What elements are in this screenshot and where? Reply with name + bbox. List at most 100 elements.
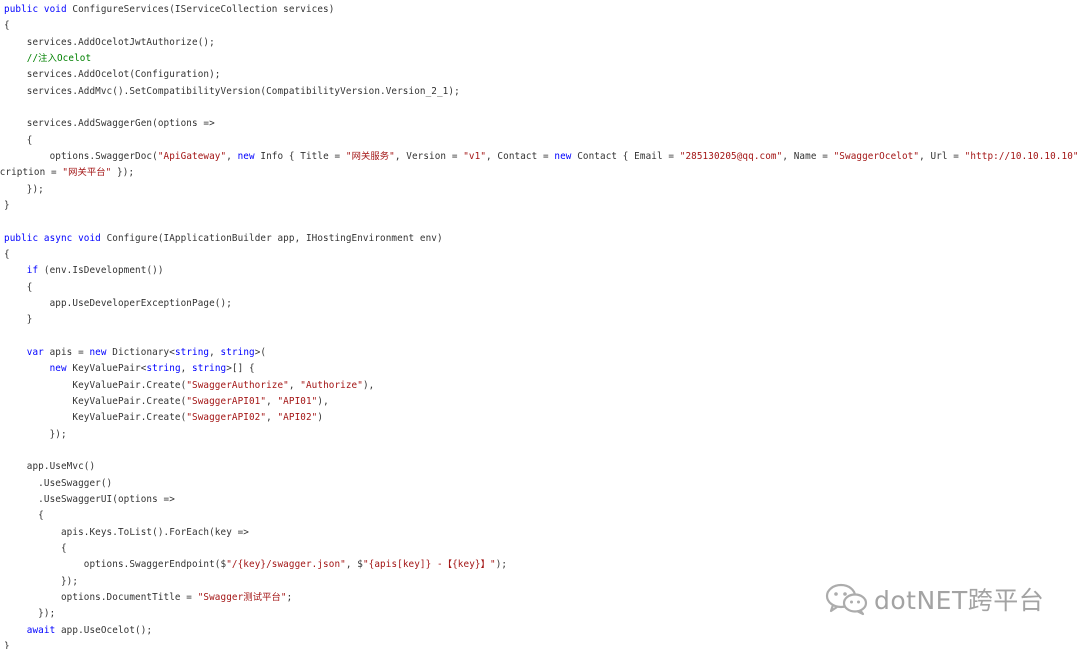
code-token: ); xyxy=(495,559,508,571)
code-token: "/{key}/swagger.json" xyxy=(226,559,346,571)
code-token: , xyxy=(266,412,278,424)
code-token: "http://10.10.10.10" xyxy=(964,150,1079,162)
code-token: "网关平台" xyxy=(62,167,112,179)
code-token: "ApiGateway" xyxy=(157,150,227,162)
code-token: "API02" xyxy=(277,412,318,424)
code-line: { xyxy=(4,18,10,34)
code-token: new xyxy=(237,150,261,162)
code-line: services.AddOcelotJwtAuthorize(); xyxy=(4,35,215,51)
code-line: }); xyxy=(4,427,67,443)
code-line: { xyxy=(4,247,10,263)
code-token: } xyxy=(4,199,10,211)
code-token: Dictionary< xyxy=(112,346,175,358)
code-line: services.AddOcelot(Configuration); xyxy=(4,67,221,83)
code-token: { xyxy=(4,510,44,522)
code-token: }); xyxy=(111,167,135,179)
code-line: options.SwaggerEndpoint($"/{key}/swagger… xyxy=(4,557,507,573)
code-token: , Url = xyxy=(919,150,965,162)
code-token: .UseSwaggerUI(options => xyxy=(4,493,175,505)
code-line: .UseSwagger() xyxy=(4,476,112,492)
code-token: { xyxy=(4,542,67,554)
watermark-text: dotNET跨平台 xyxy=(874,586,1045,615)
code-token: "网关服务" xyxy=(345,150,395,162)
code-token: services.AddMvc().SetCompatibilityVersio… xyxy=(4,85,460,97)
code-token: "v1" xyxy=(463,150,487,162)
code-token: >( xyxy=(254,346,267,358)
code-token: services.AddSwaggerGen(options => xyxy=(4,118,215,130)
code-token: , xyxy=(180,363,193,375)
code-line: .UseSwaggerUI(options => xyxy=(4,492,175,508)
code-line: }); xyxy=(4,574,78,590)
code-token: await xyxy=(4,624,61,636)
code-token: KeyValuePair.Create( xyxy=(4,395,187,407)
watermark: dotNET跨平台 xyxy=(824,583,1045,618)
code-token: Configure(IApplicationBuilder app, IHost… xyxy=(106,232,443,244)
code-line: public async void Configure(IApplication… xyxy=(4,231,443,247)
code-token: app.UseDeveloperExceptionPage(); xyxy=(4,297,232,309)
code-line: services.AddSwaggerGen(options => xyxy=(4,116,215,132)
code-token: { xyxy=(4,281,33,293)
code-token: KeyValuePair.Create( xyxy=(4,412,187,424)
code-line: }); xyxy=(4,606,55,622)
code-token: apis = xyxy=(49,346,90,358)
code-token: { xyxy=(4,248,10,260)
code-token: string xyxy=(174,346,210,358)
code-token: , Contact = xyxy=(486,150,555,162)
code-token: "SwaggerAPI02" xyxy=(186,412,267,424)
code-token: ), xyxy=(317,395,329,407)
code-line: } xyxy=(4,639,10,649)
code-line: options.SwaggerDoc("ApiGateway", new Inf… xyxy=(4,149,1080,165)
code-line: //注入Ocelot xyxy=(4,51,91,67)
code-line: } xyxy=(4,198,10,214)
code-token: services.AddOcelotJwtAuthorize(); xyxy=(4,36,215,48)
code-token: KeyValuePair.Create( xyxy=(4,379,187,391)
code-token: }); xyxy=(4,428,67,440)
code-line: services.AddMvc().SetCompatibilityVersio… xyxy=(4,84,460,100)
code-line: KeyValuePair.Create("SwaggerAPI01", "API… xyxy=(4,394,329,410)
code-token: { xyxy=(4,20,10,32)
code-line: await app.UseOcelot(); xyxy=(4,623,152,639)
code-token: Contact { Email = xyxy=(577,150,680,162)
code-token: { xyxy=(4,134,33,146)
code-line: KeyValuePair.Create("SwaggerAPI02", "API… xyxy=(4,410,323,426)
code-token: "Swagger测试平台" xyxy=(197,591,287,603)
code-token: }); xyxy=(4,575,79,587)
code-token: , Version = xyxy=(394,150,464,162)
code-token: , xyxy=(288,379,301,391)
code-token: Info { Title = xyxy=(260,150,346,162)
code-token: apis.Keys.ToList().ForEach(key => xyxy=(4,526,249,538)
code-line: KeyValuePair.Create("SwaggerAuthorize", … xyxy=(4,378,374,394)
code-token: string xyxy=(146,363,181,375)
code-token: KeyValuePair< xyxy=(72,363,147,375)
code-token: "API01" xyxy=(277,395,318,407)
code-line: { xyxy=(4,133,33,149)
code-token: , xyxy=(266,395,278,407)
code-token: ConfigureServices(IServiceCollection ser… xyxy=(72,4,335,15)
code-line: if (env.IsDevelopment()) xyxy=(4,263,164,279)
code-line: } xyxy=(4,312,33,328)
code-token: public void xyxy=(4,4,73,15)
code-token: new xyxy=(89,346,113,358)
code-token: options.DocumentTitle = xyxy=(4,591,198,603)
code-token: var xyxy=(4,346,50,358)
code-token: ; xyxy=(286,591,293,603)
code-token: options.SwaggerDoc( xyxy=(4,150,158,162)
code-token: "285130205@qq.com" xyxy=(679,150,783,162)
code-token: public async void xyxy=(4,232,107,244)
code-token: string xyxy=(220,346,255,358)
code-token: app.UseOcelot(); xyxy=(60,624,153,636)
code-token: new xyxy=(554,150,578,162)
code-line: options.DocumentTitle = "Swagger测试平台"; xyxy=(4,590,292,606)
code-token: } xyxy=(4,640,10,649)
code-line: scription = "网关平台" }); xyxy=(0,165,134,181)
code-token: }); xyxy=(4,183,44,195)
code-token: "SwaggerAPI01" xyxy=(186,395,267,407)
code-line: app.UseMvc() xyxy=(4,459,95,475)
code-token: , xyxy=(209,346,221,358)
code-token: "SwaggerOcelot" xyxy=(833,150,920,162)
code-token: , xyxy=(226,150,238,162)
code-token: options.SwaggerEndpoint($ xyxy=(4,559,227,571)
code-token: , $ xyxy=(345,559,363,571)
code-editor: public void ConfigureServices(IServiceCo… xyxy=(0,0,1080,649)
code-line: var apis = new Dictionary<string, string… xyxy=(4,345,266,361)
